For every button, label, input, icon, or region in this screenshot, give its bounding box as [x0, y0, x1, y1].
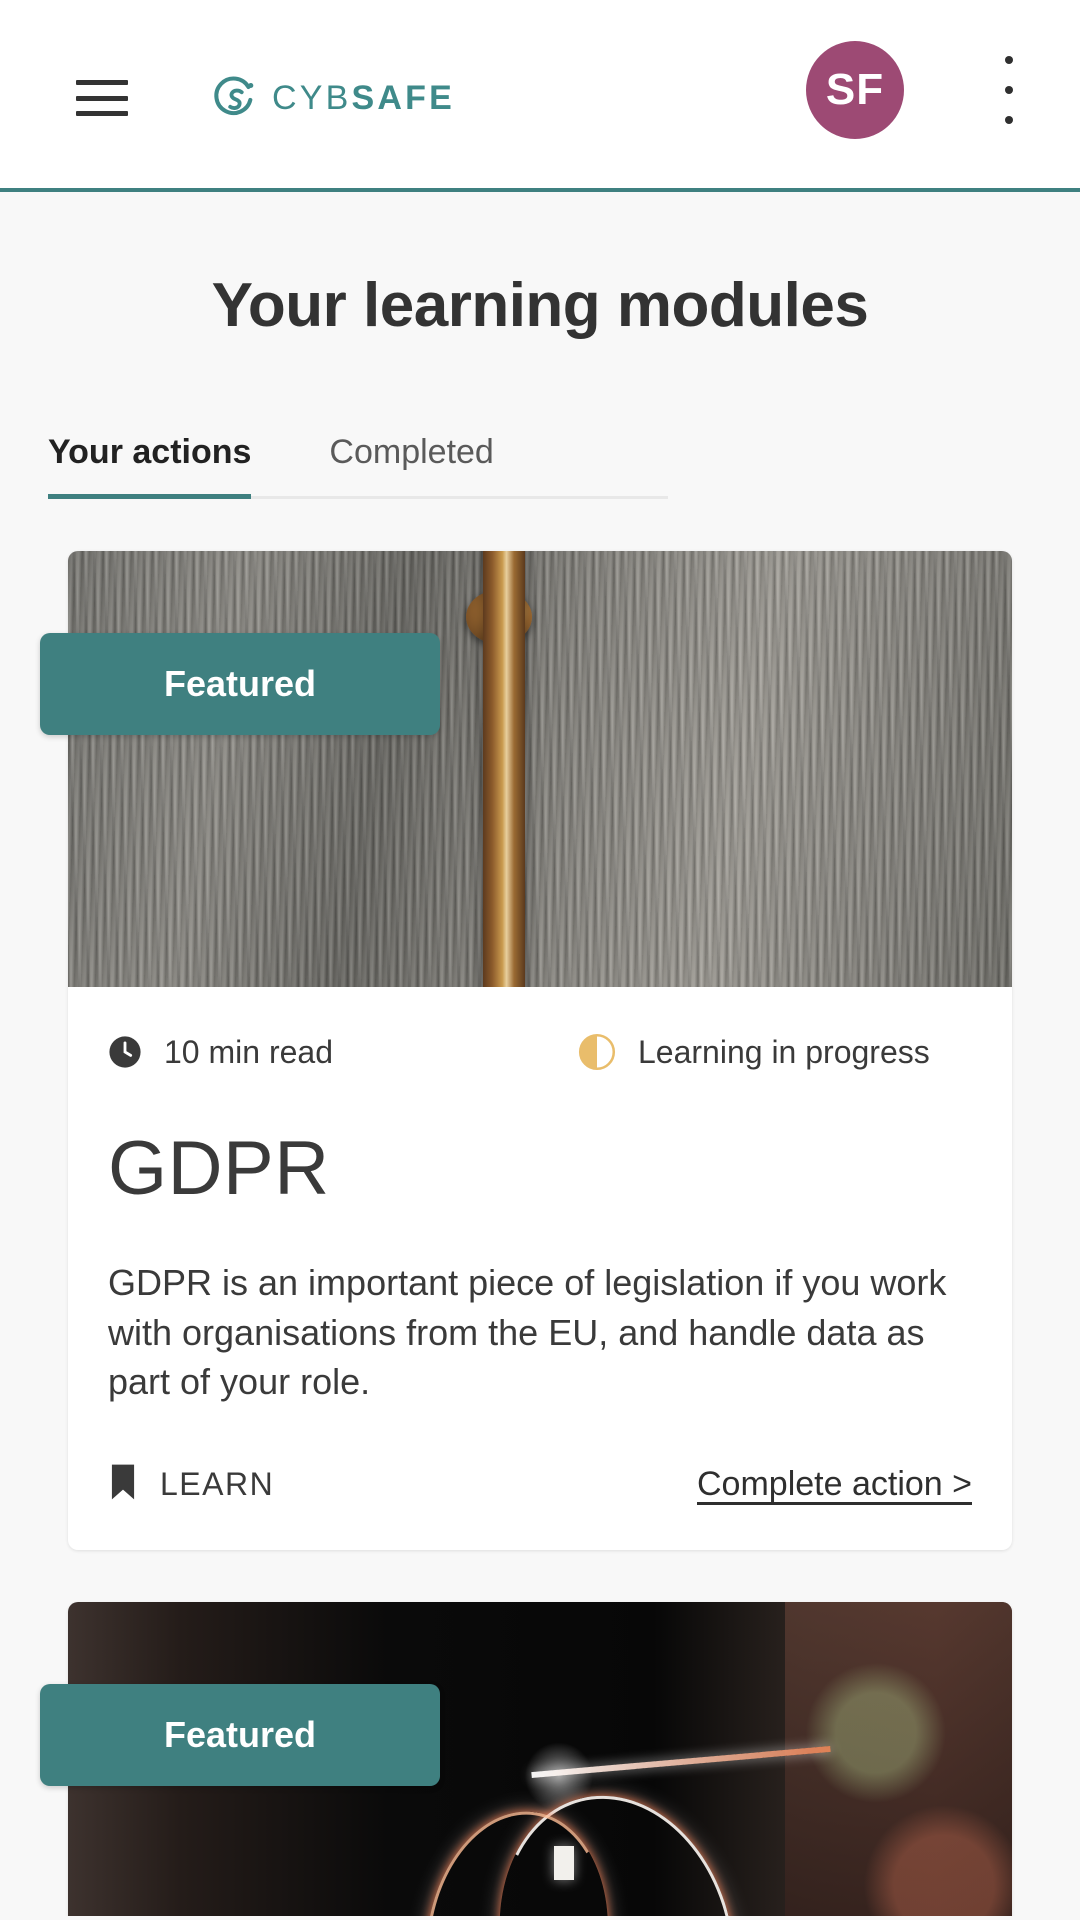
cybsafe-logo-icon: [214, 76, 254, 116]
tab-completed[interactable]: Completed: [329, 433, 493, 499]
card-title: GDPR: [108, 1126, 330, 1211]
card-image-wood: [68, 551, 1012, 987]
card-description: GDPR is an important piece of legislatio…: [108, 1262, 947, 1403]
bookmark-icon: [108, 1463, 138, 1506]
image-detail-knob: [466, 590, 533, 645]
logo-word-safe: SAFE: [351, 79, 455, 117]
page-title: Your learning modules: [211, 271, 869, 340]
image-detail-chip: [554, 1846, 575, 1881]
featured-badge: Featured: [40, 633, 440, 735]
learning-module-card[interactable]: Featured 10 min read Learning in progres…: [40, 551, 1012, 1551]
card-category: LEARN: [108, 1463, 274, 1506]
card-duration: 10 min read: [108, 1034, 578, 1071]
hamburger-menu-icon[interactable]: [76, 80, 128, 116]
card-duration-label: 10 min read: [164, 1033, 333, 1070]
card-category-label: LEARN: [160, 1466, 275, 1503]
clock-icon: [108, 1035, 142, 1069]
kebab-menu-icon[interactable]: [985, 56, 1033, 124]
kebab-dot: [1005, 116, 1013, 124]
tab-bar: Your actions Completed: [48, 433, 668, 499]
card-status: Learning in progress: [578, 1033, 930, 1071]
card-footer: LEARN Complete action >: [68, 1407, 1012, 1550]
kebab-dot: [1005, 56, 1013, 64]
hamburger-bar: [76, 95, 128, 101]
kebab-dot: [1005, 86, 1013, 94]
image-detail-graffiti: [785, 1602, 1012, 1916]
featured-badge: Featured: [40, 1684, 440, 1787]
cybsafe-wordmark: CYBSAFE: [272, 81, 455, 115]
logo-word-cyb: CYB: [272, 79, 352, 117]
card-image: [68, 551, 1012, 987]
learning-module-card[interactable]: Featured: [40, 1602, 1012, 1916]
page-content: Your learning modules Your actions Compl…: [0, 192, 1080, 1916]
card-meta-row: 10 min read Learning in progress: [108, 1033, 972, 1071]
hamburger-bar: [76, 111, 128, 116]
complete-action-link[interactable]: Complete action >: [697, 1465, 972, 1504]
app-bar: CYBSAFE SF: [0, 0, 1080, 192]
cybsafe-logo[interactable]: CYBSAFE: [212, 72, 455, 124]
tab-your-actions[interactable]: Your actions: [48, 433, 252, 499]
half-circle-progress-icon: [578, 1033, 616, 1071]
card-status-label: Learning in progress: [638, 1033, 930, 1070]
avatar[interactable]: SF: [806, 41, 904, 139]
card-body: 10 min read Learning in progress GDPR GD…: [68, 987, 1012, 1407]
hamburger-bar: [76, 80, 128, 85]
